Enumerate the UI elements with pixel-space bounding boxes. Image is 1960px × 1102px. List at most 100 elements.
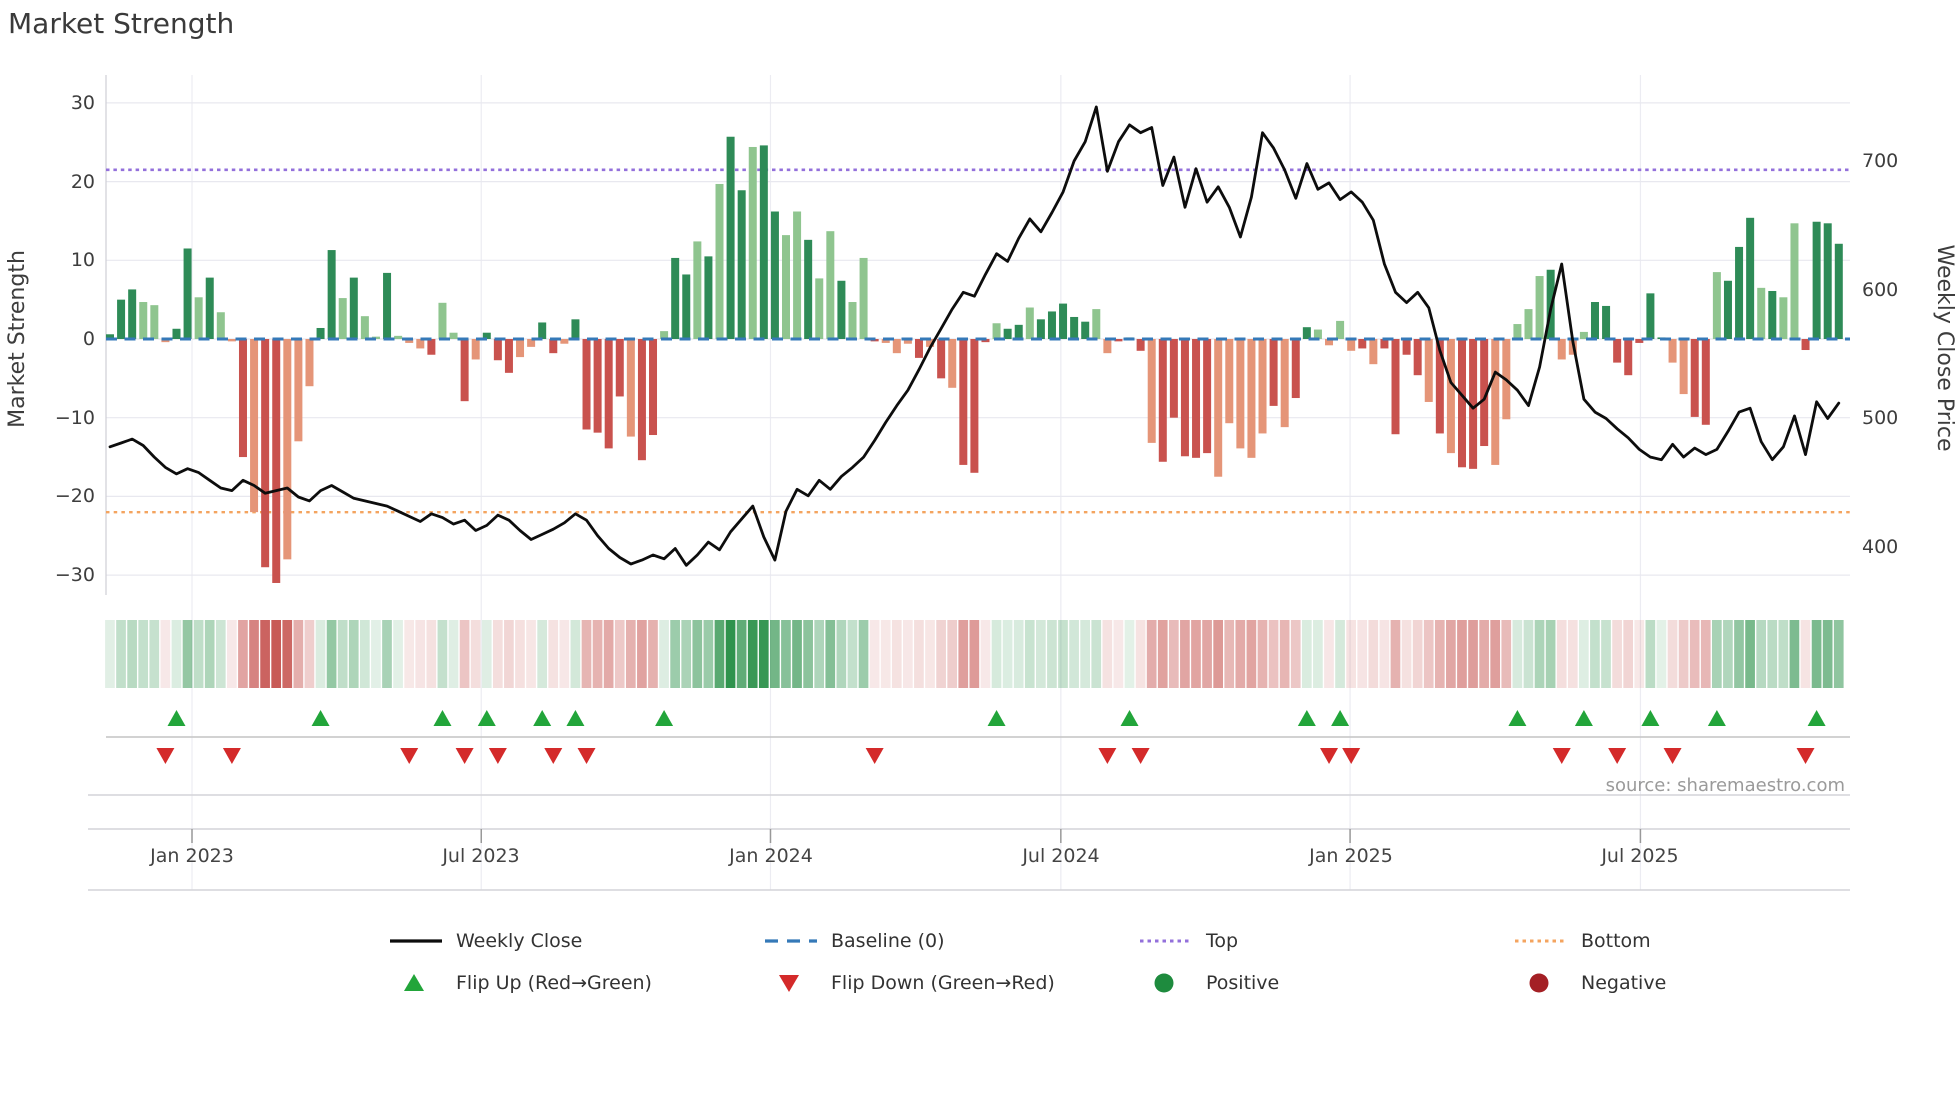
strip-cell	[1069, 620, 1079, 688]
strip-cell	[1678, 620, 1689, 688]
strip-cell	[581, 620, 592, 688]
strength-bar	[261, 339, 270, 568]
strength-bar	[815, 278, 824, 339]
strip-cell	[1202, 620, 1212, 688]
strip-cell	[1191, 620, 1201, 688]
strip-cell	[1135, 620, 1146, 688]
strength-bar	[693, 241, 702, 339]
strip-cell	[570, 620, 581, 688]
strip-cell	[958, 620, 969, 688]
strength-bar	[759, 145, 768, 339]
strip-cell	[1379, 620, 1390, 688]
strength-bar	[892, 339, 901, 354]
y-left-axis-label: Market Strength	[5, 250, 30, 428]
strength-bar	[1158, 339, 1167, 462]
strip-cell	[382, 620, 392, 688]
strength-bar	[172, 328, 181, 339]
lower-lanes-layer	[88, 736, 1850, 891]
legend-weekly-close: Weekly Close	[456, 930, 582, 952]
strip-cell	[869, 620, 880, 688]
strength-bar	[582, 339, 591, 430]
flip-up-marker	[655, 710, 674, 726]
strength-bar	[1236, 339, 1245, 449]
strip-cell	[193, 620, 204, 688]
strip-cell	[504, 620, 514, 688]
strip-cell	[337, 620, 348, 688]
y-left-tick-30: 30	[71, 92, 95, 114]
strength-bar	[1070, 316, 1079, 339]
strip-cell	[903, 620, 913, 688]
strip-cell	[1457, 620, 1467, 688]
strip-cell	[1102, 620, 1113, 688]
legend-flip-up: Flip Up (Red→Green)	[456, 972, 652, 994]
strength-bar	[1347, 339, 1356, 351]
strength-bar	[1014, 324, 1023, 339]
strength-bar	[1735, 246, 1744, 339]
strip-cell	[1490, 620, 1501, 688]
strength-bar	[1746, 217, 1755, 339]
strip-cell	[670, 620, 680, 688]
strip-cell	[127, 620, 137, 688]
gridlines-layer	[105, 75, 1850, 890]
strip-cell	[1146, 620, 1157, 688]
strip-cell	[1767, 620, 1778, 688]
strength-bar	[1047, 311, 1056, 339]
x-tick-jul-2023: Jul 2023	[441, 845, 519, 867]
strip-cell	[1601, 620, 1611, 688]
strip-cell	[348, 620, 359, 688]
strength-bar	[327, 250, 336, 339]
strength-bar	[1458, 339, 1467, 468]
strength-bar	[848, 302, 857, 339]
strip-cell	[1656, 620, 1667, 688]
strip-cell	[371, 620, 381, 688]
strip-cell	[814, 620, 825, 688]
strip-cell	[105, 620, 115, 688]
strength-bar	[1081, 321, 1090, 339]
strip-cell	[1368, 620, 1379, 688]
strength-bar	[1779, 297, 1788, 339]
strip-cell	[1013, 620, 1024, 688]
strength-bars-layer	[106, 136, 1843, 583]
strip-cell	[359, 620, 370, 688]
source-credit: source: sharemaestro.com	[1606, 775, 1845, 796]
strength-bar	[1280, 339, 1289, 428]
y-right-axis-label: Weekly Close Price	[1932, 245, 1957, 452]
strip-cell	[592, 620, 603, 688]
strength-bar	[704, 256, 713, 339]
strength-bar	[183, 248, 192, 339]
strength-bar	[504, 339, 513, 373]
strip-cell	[1268, 620, 1279, 688]
y-right-tick-600: 600	[1862, 279, 1898, 301]
strength-bar	[615, 339, 624, 397]
strip-cell	[1667, 620, 1678, 688]
strength-bar	[782, 235, 791, 339]
strip-cell	[1822, 620, 1833, 688]
strength-bar	[1192, 339, 1201, 458]
strip-cell	[1612, 620, 1622, 688]
strength-bar	[1336, 320, 1345, 339]
strip-cell	[969, 620, 980, 688]
y-right-tick-500: 500	[1862, 407, 1898, 429]
flip-down-marker	[1796, 748, 1815, 764]
strip-cell	[1290, 620, 1301, 688]
strength-bar	[970, 339, 979, 473]
legend-baseline: Baseline (0)	[831, 930, 945, 952]
flip-down-marker	[488, 748, 507, 764]
strip-cell	[947, 620, 958, 688]
strip-cell	[526, 620, 536, 688]
strip-cell	[1723, 620, 1733, 688]
strip-cell	[1556, 620, 1567, 688]
strip-cell	[803, 620, 813, 688]
strip-cell	[914, 620, 924, 688]
x-tick-jul-2024: Jul 2024	[1021, 845, 1099, 867]
strip-cell	[1390, 620, 1401, 688]
strength-bar	[737, 190, 746, 339]
strip-cell	[293, 620, 304, 688]
strip-cell	[825, 620, 836, 688]
strip-cell	[1534, 620, 1545, 688]
strength-bar	[571, 319, 580, 339]
strength-bar	[1424, 339, 1433, 402]
strip-cell	[758, 620, 769, 688]
flip-up-marker	[311, 710, 330, 726]
strip-cell	[271, 620, 282, 688]
